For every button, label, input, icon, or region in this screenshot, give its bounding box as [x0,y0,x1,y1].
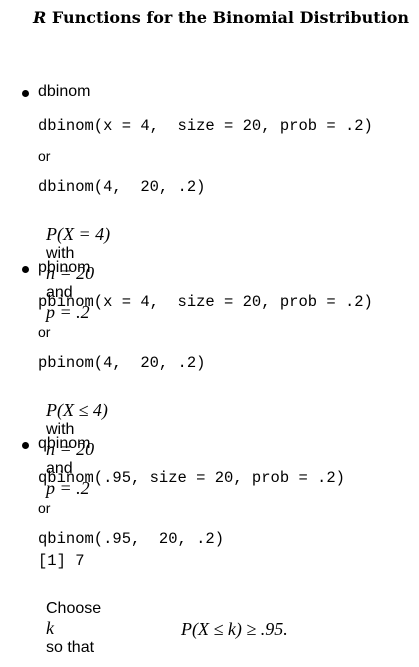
code-dbinom-positional: dbinom(4, 20, .2) [38,178,206,196]
section-heading-dbinom: dbinom [38,83,91,100]
k-variable: k [46,618,54,638]
prob-expression: P(X = 4) [46,224,111,244]
code-dbinom-named: dbinom(x = 4, size = 20, prob = .2) [38,117,373,135]
prob-expression: P(X ≤ 4) [46,400,108,420]
title-text: Functions for the Binomial Distribution [51,8,410,27]
bullet-pbinom [22,266,29,273]
code-pbinom-named: pbinom(x = 4, size = 20, prob = .2) [38,293,373,311]
choose-sentence: Choose k so that [38,582,101,657]
code-qbinom-positional: qbinom(.95, 20, .2) [38,530,225,548]
code-qbinom-named: qbinom(.95, size = 20, prob = .2) [38,469,345,487]
code-output: [1] 7 [38,552,85,570]
section-heading-qbinom: qbinom [38,435,91,452]
code-pbinom-positional: pbinom(4, 20, .2) [38,354,206,372]
final-inequality: P(X ≤ k) ≥ .95. [181,619,288,639]
bullet-dbinom [22,90,29,97]
title-prefix: R [33,8,47,27]
bullet-qbinom [22,442,29,449]
section-heading-pbinom: pbinom [38,259,91,276]
or-text: or [38,148,51,164]
choose-text: Choose [46,600,102,617]
page-title: R Functions for the Binomial Distributio… [33,8,419,27]
or-text: or [38,324,51,340]
so-that-text: so that [46,639,95,656]
or-text: or [38,500,51,516]
